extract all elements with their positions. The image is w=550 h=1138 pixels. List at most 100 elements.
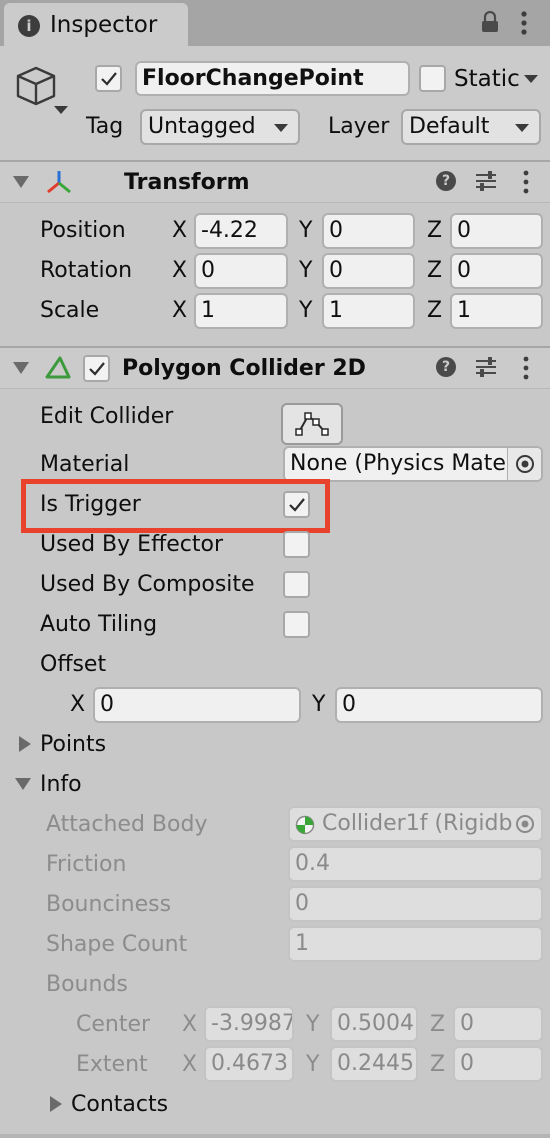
- used-by-composite-label: Used By Composite: [40, 572, 255, 597]
- layer-dropdown[interactable]: Default: [401, 109, 541, 145]
- auto-tiling-checkbox[interactable]: [283, 611, 310, 638]
- presets-icon[interactable]: [474, 356, 498, 378]
- extent-label: Extent: [76, 1052, 148, 1077]
- offset-y-field[interactable]: 0: [335, 687, 543, 723]
- axis-z-label: Z: [430, 1052, 446, 1077]
- bottom-edge: [0, 1134, 550, 1138]
- foldout-collapsed-icon[interactable]: [50, 1096, 62, 1112]
- tab-inspector[interactable]: i Inspector: [4, 3, 188, 48]
- tab-menu-icon[interactable]: [519, 10, 529, 36]
- gameobject-icon[interactable]: [14, 64, 72, 116]
- lock-icon[interactable]: [480, 10, 500, 33]
- rotation-y-field[interactable]: 0: [322, 253, 415, 289]
- transform-title: Transform: [124, 170, 250, 195]
- chevron-down-icon: [274, 124, 288, 132]
- used-by-effector-label: Used By Effector: [40, 532, 223, 557]
- offset-x-field[interactable]: 0: [93, 687, 301, 723]
- position-z-field[interactable]: 0: [450, 213, 543, 249]
- static-checkbox[interactable]: [419, 65, 446, 92]
- edit-shape-icon: [295, 412, 329, 436]
- rotation-z-field[interactable]: 0: [450, 253, 543, 289]
- info-icon: i: [18, 15, 40, 37]
- material-value: None (Physics Mate: [290, 451, 506, 476]
- scale-label: Scale: [40, 298, 100, 323]
- collider-enabled-checkbox[interactable]: [83, 355, 110, 382]
- offset-y-axis-label: Y: [312, 692, 326, 717]
- bounciness-label: Bounciness: [46, 892, 172, 917]
- foldout-collapsed-icon[interactable]: [19, 736, 31, 752]
- used-by-effector-checkbox[interactable]: [283, 531, 310, 558]
- rotation-x-field[interactable]: 0: [194, 253, 288, 289]
- scale-y-field[interactable]: 1: [322, 293, 415, 329]
- layer-label: Layer: [328, 114, 390, 139]
- help-icon[interactable]: ?: [436, 171, 456, 191]
- center-z-field: 0: [453, 1006, 543, 1042]
- rotation-label: Rotation: [40, 258, 133, 283]
- axis-x-label: X: [182, 1012, 198, 1037]
- active-checkbox[interactable]: [95, 65, 122, 92]
- friction-field: 0.4: [288, 846, 543, 882]
- offset-label: Offset: [40, 652, 107, 677]
- tab-title: Inspector: [50, 12, 158, 38]
- rigidbody-icon: [295, 815, 315, 835]
- is-trigger-checkbox[interactable]: [283, 491, 310, 518]
- tag-label: Tag: [86, 114, 124, 139]
- is-trigger-label: Is Trigger: [40, 492, 141, 517]
- axis-x-label: X: [182, 1052, 198, 1077]
- attached-body-label: Attached Body: [46, 812, 208, 837]
- polygon-collider-icon: [44, 355, 72, 381]
- position-label: Position: [40, 218, 126, 243]
- axis-x-label: X: [172, 258, 188, 283]
- info-foldout[interactable]: Info: [40, 774, 82, 796]
- presets-icon[interactable]: [474, 170, 498, 192]
- bounciness-field: 0: [288, 886, 543, 922]
- axis-x-label: X: [172, 218, 188, 243]
- scale-z-field[interactable]: 1: [450, 293, 543, 329]
- object-picker-icon: [509, 808, 541, 840]
- help-icon[interactable]: ?: [436, 357, 456, 377]
- friction-label: Friction: [46, 852, 127, 877]
- axis-z-label: Z: [427, 298, 443, 323]
- attached-body-field: Collider1f (Rigidb: [288, 806, 543, 842]
- points-foldout[interactable]: Points: [40, 734, 106, 756]
- position-x-field[interactable]: -4.22: [194, 213, 288, 249]
- object-picker-icon[interactable]: [507, 448, 541, 480]
- object-name-input[interactable]: FloorChangePoint: [135, 61, 410, 96]
- shape-count-field: 1: [288, 926, 543, 962]
- axis-z-label: Z: [430, 1012, 446, 1037]
- auto-tiling-label: Auto Tiling: [40, 612, 158, 637]
- extent-x-field: 0.4673: [204, 1046, 294, 1082]
- axis-y-label: Y: [306, 1012, 320, 1037]
- foldout-expanded-icon[interactable]: [13, 362, 29, 374]
- chevron-down-icon: [515, 124, 529, 132]
- extent-y-field: 0.2445: [330, 1046, 418, 1082]
- tag-dropdown[interactable]: Untagged: [140, 109, 300, 145]
- divider: [0, 388, 550, 389]
- offset-x-axis-label: X: [70, 692, 86, 717]
- position-y-field[interactable]: 0: [322, 213, 415, 249]
- axis-z-label: Z: [427, 258, 443, 283]
- scale-x-field[interactable]: 1: [194, 293, 288, 329]
- edit-collider-button[interactable]: [281, 403, 343, 445]
- axis-x-label: X: [172, 298, 188, 323]
- axis-y-label: Y: [299, 218, 313, 243]
- component-menu-icon[interactable]: [521, 170, 531, 194]
- foldout-expanded-icon[interactable]: [13, 176, 29, 188]
- component-menu-icon[interactable]: [521, 356, 531, 380]
- used-by-composite-checkbox[interactable]: [283, 571, 310, 598]
- extent-z-field: 0: [453, 1046, 543, 1082]
- axis-y-label: Y: [306, 1052, 320, 1077]
- center-x-field: -3.9987: [204, 1006, 294, 1042]
- material-object-field[interactable]: None (Physics Mate: [283, 446, 543, 482]
- contacts-foldout[interactable]: Contacts: [71, 1094, 168, 1116]
- transform-header[interactable]: [0, 162, 550, 202]
- axis-y-label: Y: [299, 258, 313, 283]
- static-dropdown-icon[interactable]: [524, 75, 538, 83]
- edit-collider-label: Edit Collider: [40, 404, 174, 429]
- divider: [0, 202, 550, 203]
- center-y-field: 0.5004: [330, 1006, 418, 1042]
- foldout-expanded-icon[interactable]: [15, 778, 31, 790]
- bounds-label: Bounds: [46, 972, 128, 997]
- attached-body-value: Collider1f (Rigidb: [322, 811, 513, 836]
- axis-y-label: Y: [299, 298, 313, 323]
